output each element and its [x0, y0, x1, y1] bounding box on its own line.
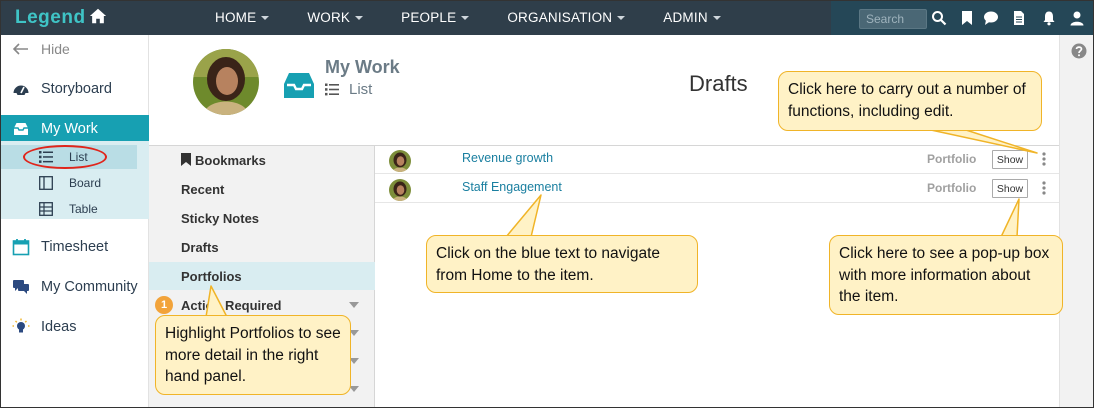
right-rail — [1059, 35, 1093, 407]
category-bookmarks[interactable]: Bookmarks — [149, 146, 375, 174]
subnav-table[interactable]: Table — [1, 197, 137, 221]
sidebar-item-label: Ideas — [41, 319, 77, 335]
dashboard-icon — [13, 85, 29, 95]
hide-label: Hide — [41, 41, 70, 57]
item-type: Portfolio — [927, 181, 977, 195]
navbar-tools: Search — [831, 1, 1093, 35]
sidebar-item-ideas[interactable]: Ideas — [1, 313, 149, 341]
callout-functions: Click here to carry out a number of func… — [778, 71, 1042, 131]
item-type: Portfolio — [927, 152, 977, 166]
arrow-left-icon — [13, 43, 28, 55]
nav-people-label: PEOPLE — [401, 10, 457, 25]
bookmark-icon — [181, 153, 191, 166]
user-photo — [389, 179, 411, 201]
nav-admin[interactable]: ADMIN — [663, 1, 721, 35]
subnav-label: Board — [69, 176, 102, 190]
category-sticky-notes[interactable]: Sticky Notes — [149, 204, 375, 232]
inbox-icon — [284, 73, 314, 98]
category-portfolios[interactable]: Portfolios — [149, 262, 375, 290]
home-icon[interactable] — [89, 7, 107, 25]
chevron-down-icon — [261, 16, 270, 20]
item-link[interactable]: Revenue growth — [462, 151, 553, 165]
category-label: Drafts — [181, 239, 219, 255]
category-label: Sticky Notes — [181, 210, 260, 226]
sidebar: Hide Storyboard My Work List Board Table… — [1, 35, 149, 407]
calendar-icon — [12, 239, 30, 256]
table-row: Staff Engagement Portfolio Show — [375, 175, 1059, 203]
chat-icon — [13, 280, 29, 294]
document-icon[interactable] — [1011, 10, 1027, 26]
category-label: Portfolios — [181, 268, 242, 284]
avatar — [389, 150, 411, 172]
bell-icon[interactable] — [1041, 10, 1057, 26]
chevron-down-icon — [461, 16, 470, 20]
user-icon[interactable] — [1069, 10, 1085, 26]
sidebar-item-timesheet[interactable]: Timesheet — [1, 233, 149, 261]
callout-popup: Click here to see a pop-up box with more… — [829, 235, 1063, 315]
page-title: My Work — [325, 57, 400, 77]
avatar[interactable] — [193, 49, 259, 115]
table-icon — [39, 202, 53, 216]
user-photo — [389, 150, 411, 172]
item-link[interactable]: Staff Engagement — [462, 180, 562, 194]
sidebar-item-label: My Work — [41, 121, 98, 137]
sidebar-item-my-community[interactable]: My Community — [1, 273, 149, 301]
bookmark-icon[interactable] — [959, 10, 975, 26]
board-icon — [39, 176, 53, 190]
section-title: Drafts — [689, 71, 748, 96]
nav-home[interactable]: HOME — [215, 1, 270, 35]
app-window: Legend HOME WORK PEOPLE ORGANISATION ADM… — [0, 0, 1094, 408]
nav-organisation-label: ORGANISATION — [507, 10, 613, 25]
callout-navigate: Click on the blue text to navigate from … — [426, 235, 698, 293]
avatar — [389, 179, 411, 201]
main-nav: HOME WORK PEOPLE ORGANISATION ADMIN — [215, 1, 759, 35]
sidebar-item-label: Storyboard — [41, 81, 112, 97]
sidebar-item-storyboard[interactable]: Storyboard — [1, 75, 149, 103]
table-row: Revenue growth Portfolio Show — [375, 146, 1059, 174]
nav-admin-label: ADMIN — [663, 10, 708, 25]
highlight-ellipse — [23, 145, 107, 169]
callout-portfolios: Highlight Portfolios to see more detail … — [155, 315, 351, 395]
top-navbar: Legend HOME WORK PEOPLE ORGANISATION ADM… — [1, 1, 1093, 35]
view-label: List — [325, 81, 372, 98]
user-photo — [193, 49, 259, 115]
count-badge: 1 — [155, 296, 173, 314]
help-icon[interactable] — [1071, 43, 1087, 59]
chat-icon[interactable] — [983, 10, 999, 26]
search-input[interactable]: Search — [859, 9, 927, 29]
subnav-board[interactable]: Board — [1, 171, 137, 195]
category-recent[interactable]: Recent — [149, 175, 375, 203]
lightbulb-icon — [12, 318, 30, 333]
sidebar-item-my-work[interactable]: My Work — [1, 115, 149, 143]
view-label-text: List — [349, 81, 373, 98]
subnav-label: Table — [69, 202, 98, 216]
category-label: Action Required — [181, 297, 282, 313]
list-icon — [325, 83, 339, 96]
chevron-down-icon — [712, 16, 721, 20]
app-logo[interactable]: Legend — [15, 7, 86, 29]
category-label: Bookmarks — [195, 152, 266, 168]
nav-people[interactable]: PEOPLE — [401, 1, 470, 35]
nav-organisation[interactable]: ORGANISATION — [507, 1, 626, 35]
category-label: Recent — [181, 181, 225, 197]
sidebar-item-label: My Community — [41, 279, 138, 295]
chevron-down-icon — [355, 16, 364, 20]
more-options-icon[interactable] — [1041, 152, 1047, 166]
show-button[interactable]: Show — [992, 150, 1028, 169]
chevron-down-icon — [617, 16, 626, 20]
sidebar-item-label: Timesheet — [41, 239, 109, 255]
nav-work[interactable]: WORK — [307, 1, 364, 35]
hide-sidebar-button[interactable]: Hide — [13, 41, 70, 57]
search-icon[interactable] — [931, 10, 947, 26]
category-drafts[interactable]: Drafts — [149, 233, 375, 261]
chevron-down-icon[interactable] — [349, 302, 359, 308]
more-options-icon[interactable] — [1041, 181, 1047, 195]
show-button[interactable]: Show — [992, 179, 1028, 198]
inbox-icon — [14, 123, 28, 135]
nav-home-label: HOME — [215, 10, 257, 25]
nav-work-label: WORK — [307, 10, 351, 25]
